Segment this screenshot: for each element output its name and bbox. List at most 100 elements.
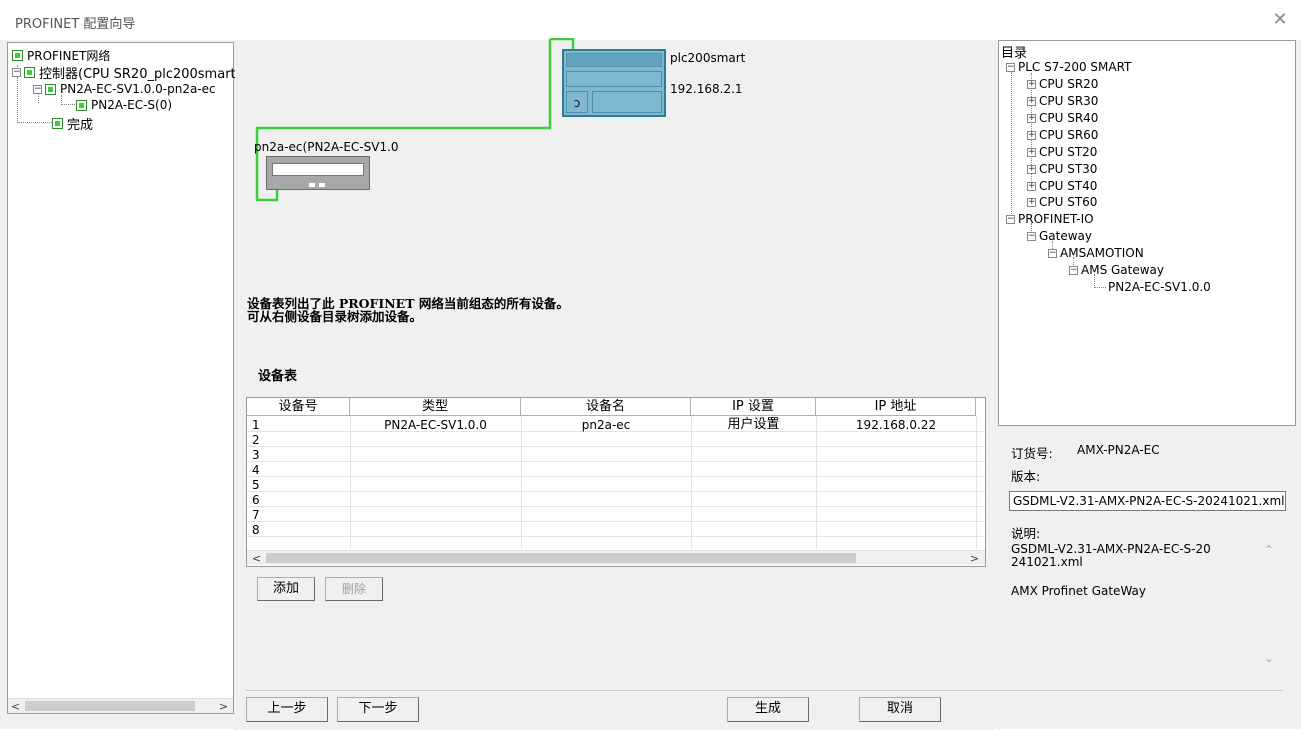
- prev-button[interactable]: 上一步: [246, 697, 328, 722]
- catalog-item-gateway[interactable]: − Gateway: [1027, 228, 1092, 244]
- device-status-icon: [24, 66, 35, 78]
- tree-line: [18, 122, 52, 123]
- tree-item-label: PN2A-EC-SV1.0.0-pn2a-ec: [60, 82, 216, 96]
- tree-item-label: PROFINET网络: [27, 48, 111, 63]
- plc-port-icon: ↄ: [566, 91, 588, 113]
- plc-io-panel: [592, 91, 662, 113]
- catalog-item-cpu-sr40[interactable]: + CPU SR40: [1027, 110, 1098, 126]
- catalog-item-label: CPU ST20: [1039, 145, 1098, 159]
- catalog-item-cpu-st20[interactable]: + CPU ST20: [1027, 144, 1097, 160]
- cell-ip-setting: 用户设置: [727, 417, 780, 432]
- catalog-item-ams-gateway[interactable]: − AMS Gateway: [1069, 262, 1164, 278]
- collapse-icon[interactable]: −: [1048, 248, 1057, 258]
- scroll-up-arrow[interactable]: ⌃: [1261, 543, 1277, 559]
- expand-icon[interactable]: +: [1027, 197, 1036, 207]
- order-number-value: AMX-PN2A-EC: [1077, 443, 1160, 457]
- add-device-button[interactable]: 添加: [257, 577, 315, 601]
- scroll-left-arrow[interactable]: <: [249, 551, 264, 566]
- collapse-icon[interactable]: −: [1027, 231, 1036, 241]
- row-separator: [247, 536, 985, 537]
- cell-no: 5: [252, 478, 260, 492]
- scroll-down-arrow[interactable]: ⌄: [1261, 651, 1277, 667]
- left-tree-hscrollbar[interactable]: < >: [8, 698, 233, 713]
- catalog-item-profinet-io[interactable]: − PROFINET-IO: [1006, 211, 1094, 227]
- column-separator: [691, 416, 692, 548]
- plc-top-panel: [566, 53, 662, 67]
- next-button[interactable]: 下一步: [337, 697, 419, 722]
- expand-icon[interactable]: +: [1027, 147, 1036, 157]
- expand-icon[interactable]: +: [1027, 113, 1036, 123]
- device-status-icon: [76, 99, 87, 111]
- scroll-left-arrow[interactable]: <: [8, 699, 23, 714]
- description-box[interactable]: GSDML-V2.31-AMX-PN2A-EC-S-20241021.xml A…: [1009, 541, 1287, 673]
- column-header-no[interactable]: 设备号: [247, 398, 350, 416]
- collapse-icon[interactable]: −: [1006, 62, 1015, 72]
- column-header-ip-setting[interactable]: IP 设置: [691, 398, 816, 416]
- io-device-display: [272, 163, 364, 176]
- cell-type: PN2A-EC-SV1.0.0: [384, 418, 487, 432]
- close-button[interactable]: ✕: [1268, 8, 1292, 32]
- plc-ip: 192.168.2.1: [670, 82, 743, 96]
- column-header-name[interactable]: 设备名: [521, 398, 691, 416]
- io-device-icon[interactable]: [266, 156, 370, 190]
- catalog-item-cpu-sr20[interactable]: + CPU SR20: [1027, 76, 1098, 92]
- scroll-thumb[interactable]: [266, 553, 856, 563]
- navigation-tree: PROFINET网络 − 控制器(CPU SR20_plc200smart) −…: [7, 42, 241, 714]
- io-device-port: [309, 183, 315, 187]
- tree-item-device[interactable]: − PN2A-EC-SV1.0.0-pn2a-ec: [33, 81, 216, 97]
- expand-icon[interactable]: +: [1027, 181, 1036, 191]
- catalog-item-cpu-st60[interactable]: + CPU ST60: [1027, 194, 1097, 210]
- expand-icon[interactable]: +: [1027, 96, 1036, 106]
- tree-item-finish[interactable]: 完成: [52, 115, 93, 133]
- catalog-item-cpu-st30[interactable]: + CPU ST30: [1027, 161, 1097, 177]
- scroll-right-arrow[interactable]: >: [967, 551, 982, 566]
- row-separator: [247, 506, 985, 507]
- version-field[interactable]: GSDML-V2.31-AMX-PN2A-EC-S-20241021.xml: [1009, 491, 1286, 511]
- io-device-label: pn2a-ec(PN2A-EC-SV1.0: [254, 140, 399, 154]
- plc-device-icon[interactable]: ↄ: [562, 49, 666, 117]
- delete-device-button[interactable]: 删除: [325, 577, 383, 601]
- catalog-item-amsamotion[interactable]: − AMSAMOTION: [1048, 245, 1144, 261]
- catalog-item-plc-s7-200-smart[interactable]: − PLC S7-200 SMART: [1006, 59, 1131, 75]
- cell-no: 7: [252, 508, 260, 522]
- catalog-item-label: Gateway: [1039, 229, 1093, 243]
- scroll-thumb[interactable]: [25, 701, 195, 711]
- collapse-icon[interactable]: −: [33, 84, 42, 94]
- column-header-type[interactable]: 类型: [350, 398, 521, 416]
- catalog-item-label: PLC S7-200 SMART: [1018, 60, 1132, 74]
- device-status-icon: [12, 49, 23, 61]
- description-file: GSDML-V2.31-AMX-PN2A-EC-S-20241021.xml: [1011, 542, 1211, 569]
- catalog-item-cpu-sr60[interactable]: + CPU SR60: [1027, 127, 1098, 143]
- catalog-item-cpu-sr30[interactable]: + CPU SR30: [1027, 93, 1098, 109]
- cancel-button[interactable]: 取消: [859, 697, 941, 722]
- column-header-ip-address[interactable]: IP 地址: [816, 398, 976, 416]
- order-number-label: 订货号:: [1011, 446, 1053, 461]
- io-device-port: [319, 183, 325, 187]
- device-table: 设备号 类型 设备名 IP 设置 IP 地址 1 PN2A-EC-SV1.0.0…: [246, 397, 986, 567]
- catalog-item-label: AMS Gateway: [1081, 263, 1165, 277]
- tree-item-profinet-network[interactable]: PROFINET网络: [12, 47, 110, 63]
- column-separator: [816, 416, 817, 548]
- scroll-right-arrow[interactable]: >: [216, 699, 231, 714]
- expand-icon[interactable]: +: [1027, 79, 1036, 89]
- generate-button[interactable]: 生成: [727, 697, 809, 722]
- collapse-icon[interactable]: −: [1069, 265, 1078, 275]
- plc-middle-panel: [566, 71, 662, 87]
- cell-name: pn2a-ec: [581, 418, 631, 432]
- collapse-icon[interactable]: −: [12, 67, 21, 77]
- tree-item-module[interactable]: PN2A-EC-S(0): [76, 97, 172, 113]
- catalog-item-pn2a-ec-sv100[interactable]: PN2A-EC-SV1.0.0: [1108, 279, 1211, 295]
- plc-name: plc200smart: [670, 51, 746, 65]
- catalog-item-label: CPU SR20: [1039, 77, 1099, 91]
- catalog-item-cpu-st40[interactable]: + CPU ST40: [1027, 178, 1097, 194]
- cell-no: 2: [252, 433, 260, 447]
- device-table-hscrollbar[interactable]: < >: [247, 550, 985, 565]
- expand-icon[interactable]: +: [1027, 130, 1036, 140]
- collapse-icon[interactable]: −: [1006, 214, 1015, 224]
- tree-item-controller[interactable]: − 控制器(CPU SR20_plc200smart): [12, 64, 241, 82]
- catalog-item-label: CPU SR30: [1039, 94, 1099, 108]
- expand-icon[interactable]: +: [1027, 164, 1036, 174]
- cell-no: 3: [252, 448, 260, 462]
- footer-separator: [246, 690, 1283, 691]
- description-label: 说明:: [1011, 526, 1041, 541]
